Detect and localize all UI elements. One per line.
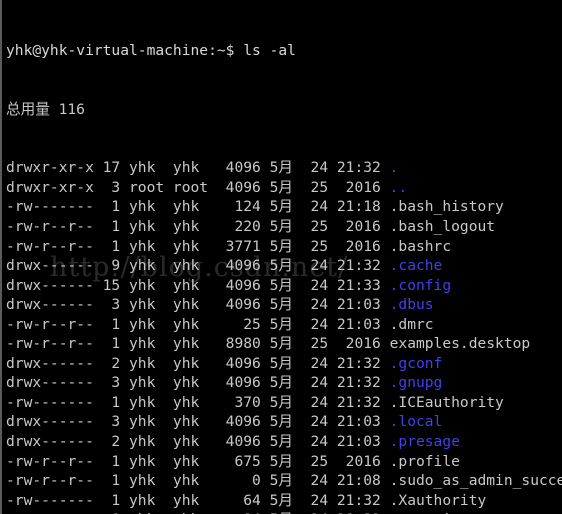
listing-row: -rw------- 1 yhk yhk 124 5月 24 21:18 .ba… [6, 197, 562, 217]
file-name: .bash_logout [389, 218, 496, 236]
listing-row: -rw------- 1 yhk yhk 84 5月 24 21:32 .xse… [6, 510, 562, 514]
listing-row: -rw-r--r-- 1 yhk yhk 220 5月 25 2016 .bas… [6, 217, 562, 237]
listing-row: -rw------- 1 yhk yhk 370 5月 24 21:32 .IC… [6, 393, 562, 413]
listing-row-meta: -rw-r--r-- 1 yhk yhk 0 5月 24 21:08 [6, 472, 390, 490]
file-name: .Xauthority [389, 491, 487, 509]
directory-name: . [389, 159, 399, 177]
directory-name: .. [389, 178, 408, 196]
listing-row: -rw-r--r-- 1 yhk yhk 0 5月 24 21:08 .sudo… [6, 471, 562, 491]
total-blocks-line: 总用量 116 [6, 100, 85, 118]
listing-row-meta: drwx------ 9 yhk yhk 4096 5月 24 21:32 [6, 257, 390, 275]
listing-row: drwx------ 2 yhk yhk 4096 5月 24 21:32 .g… [6, 354, 562, 374]
listing-row-meta: drwx------ 3 yhk yhk 4096 5月 24 21:03 [6, 413, 390, 431]
listing-row: -rw-r--r-- 1 yhk yhk 25 5月 24 21:03 .dmr… [6, 315, 562, 335]
listing-row-meta: drwx------ 3 yhk yhk 4096 5月 24 21:03 [6, 296, 390, 314]
listing-row-meta: -rw-r--r-- 1 yhk yhk 675 5月 25 2016 [6, 452, 390, 470]
listing-row: drwx------ 15 yhk yhk 4096 5月 24 21:33 .… [6, 276, 562, 296]
directory-name: .dbus [389, 296, 434, 314]
listing-row-meta: -rw------- 1 yhk yhk 370 5月 24 21:32 [6, 393, 390, 411]
terminal-window[interactable]: http://blog.csdn.net/ yhk@yhk-virtual-ma… [0, 0, 562, 514]
listing-row: -rw------- 1 yhk yhk 64 5月 24 21:32 .Xau… [6, 491, 562, 511]
listing-row-meta: -rw-r--r-- 1 yhk yhk 220 5月 25 2016 [6, 218, 390, 236]
listing-row-meta: -rw-r--r-- 1 yhk yhk 3771 5月 25 2016 [6, 237, 390, 255]
file-listing: drwxr-xr-x 17 yhk yhk 4096 5月 24 21:32 .… [6, 158, 562, 514]
directory-name: .gconf [389, 354, 443, 372]
listing-row-meta: -rw------- 1 yhk yhk 64 5月 24 21:32 [6, 491, 390, 509]
listing-row-meta: drwx------ 2 yhk yhk 4096 5月 24 21:03 [6, 433, 390, 451]
listing-row: -rw-r--r-- 1 yhk yhk 3771 5月 25 2016 .ba… [6, 237, 562, 257]
listing-row-meta: drwx------ 3 yhk yhk 4096 5月 24 21:32 [6, 374, 390, 392]
file-name: .profile [389, 452, 460, 470]
directory-name: .local [389, 413, 443, 431]
listing-row-meta: -rw------- 1 yhk yhk 124 5月 24 21:18 [6, 198, 390, 216]
listing-row: drwxr-xr-x 3 root root 4096 5月 25 2016 .… [6, 178, 562, 198]
file-name: .dmrc [389, 315, 434, 333]
directory-name: .config [389, 276, 452, 294]
file-name: .sudo_as_admin_successful [389, 472, 562, 490]
listing-row: drwxr-xr-x 17 yhk yhk 4096 5月 24 21:32 . [6, 158, 562, 178]
directory-name: .gnupg [389, 374, 443, 392]
listing-row: drwx------ 9 yhk yhk 4096 5月 24 21:32 .c… [6, 256, 562, 276]
file-name: .bashrc [389, 237, 452, 255]
listing-row-meta: drwxr-xr-x 17 yhk yhk 4096 5月 24 21:32 [6, 159, 390, 177]
listing-row: drwx------ 2 yhk yhk 4096 5月 24 21:03 .p… [6, 432, 562, 452]
terminal-screen[interactable]: yhk@yhk-virtual-machine:~$ ls -al 总用量 11… [2, 0, 562, 514]
listing-row-meta: drwx------ 15 yhk yhk 4096 5月 24 21:33 [6, 276, 390, 294]
directory-name: .cache [389, 257, 443, 275]
listing-row-meta: -rw-r--r-- 1 yhk yhk 8980 5月 25 2016 [6, 335, 390, 353]
listing-row: -rw-r--r-- 1 yhk yhk 675 5月 25 2016 .pro… [6, 452, 562, 472]
directory-name: .presage [389, 433, 460, 451]
listing-row: -rw-r--r-- 1 yhk yhk 8980 5月 25 2016 exa… [6, 334, 562, 354]
listing-row: drwx------ 3 yhk yhk 4096 5月 24 21:03 .d… [6, 295, 562, 315]
file-name: .bash_history [389, 198, 504, 216]
listing-row: drwx------ 3 yhk yhk 4096 5月 24 21:32 .g… [6, 373, 562, 393]
listing-row: drwx------ 3 yhk yhk 4096 5月 24 21:03 .l… [6, 412, 562, 432]
file-name: .ICEauthority [389, 393, 504, 411]
command-prompt-line: yhk@yhk-virtual-machine:~$ ls -al [6, 42, 296, 60]
listing-row-meta: drwxr-xr-x 3 root root 4096 5月 25 2016 [6, 178, 390, 196]
listing-row-meta: drwx------ 2 yhk yhk 4096 5月 24 21:32 [6, 354, 390, 372]
listing-row-meta: -rw-r--r-- 1 yhk yhk 25 5月 24 21:03 [6, 315, 390, 333]
file-name: examples.desktop [389, 335, 531, 353]
